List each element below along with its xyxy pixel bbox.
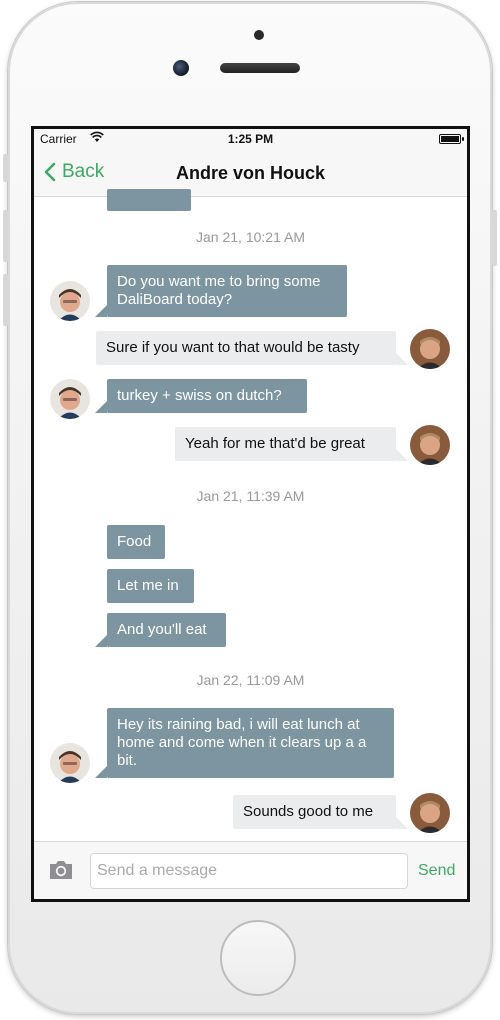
message-bubble-incoming[interactable]: Let me in (107, 569, 194, 603)
avatar-self[interactable] (410, 425, 450, 465)
message-input[interactable] (90, 853, 408, 889)
message-bubble-outgoing[interactable]: Sure if you want to that would be tasty (96, 331, 408, 365)
home-button[interactable] (220, 920, 296, 996)
front-camera (173, 60, 189, 76)
avatar-self[interactable] (410, 329, 450, 369)
message-list[interactable]: Jan 21, 10:21 AM Do you want me to bring… (34, 189, 467, 841)
proximity-sensor (254, 30, 264, 40)
volume-down-button (3, 274, 8, 326)
avatar-contact[interactable] (50, 743, 90, 783)
nav-bar: Back Andre von Houck (34, 149, 467, 197)
mute-switch (3, 154, 8, 182)
power-button (492, 210, 497, 266)
camera-icon[interactable] (48, 860, 74, 885)
avatar-contact[interactable] (50, 379, 90, 419)
timestamp: Jan 21, 10:21 AM (196, 229, 305, 245)
composer-bar: Send (34, 841, 467, 899)
status-bar: Carrier 1:25 PM (34, 129, 467, 149)
message-bubble-incoming[interactable]: Hey its raining bad, i will eat lunch at… (95, 708, 394, 778)
send-button[interactable]: Send (418, 862, 455, 880)
message-bubble-outgoing[interactable]: Yeah for me that'd be great (175, 427, 408, 461)
chevron-left-icon (44, 162, 56, 182)
timestamp: Jan 21, 11:39 AM (196, 488, 305, 504)
back-button[interactable]: Back (44, 161, 104, 183)
timestamp: Jan 22, 11:09 AM (196, 672, 305, 688)
status-time: 1:25 PM (227, 132, 274, 146)
message-bubble-outgoing[interactable]: Sounds good to me (233, 795, 408, 829)
phone-screen: Carrier 1:25 PM Back Andre von Houck Jan… (31, 126, 470, 902)
back-label: Back (62, 161, 105, 182)
avatar-contact[interactable] (50, 281, 90, 321)
message-bubble-incoming[interactable]: And you'll eat (95, 613, 226, 647)
message-bubble-incoming[interactable]: turkey + swiss on dutch? (95, 379, 307, 413)
volume-up-button (3, 210, 8, 262)
avatar-self[interactable] (410, 793, 450, 833)
message-bubble-incoming[interactable]: Food (107, 525, 165, 559)
earpiece-speaker (220, 63, 300, 73)
message-bubble-incoming[interactable]: Do you want me to bring some DaliBoard t… (95, 265, 347, 317)
battery-icon (439, 134, 464, 144)
message-bubble-partial (107, 189, 191, 211)
